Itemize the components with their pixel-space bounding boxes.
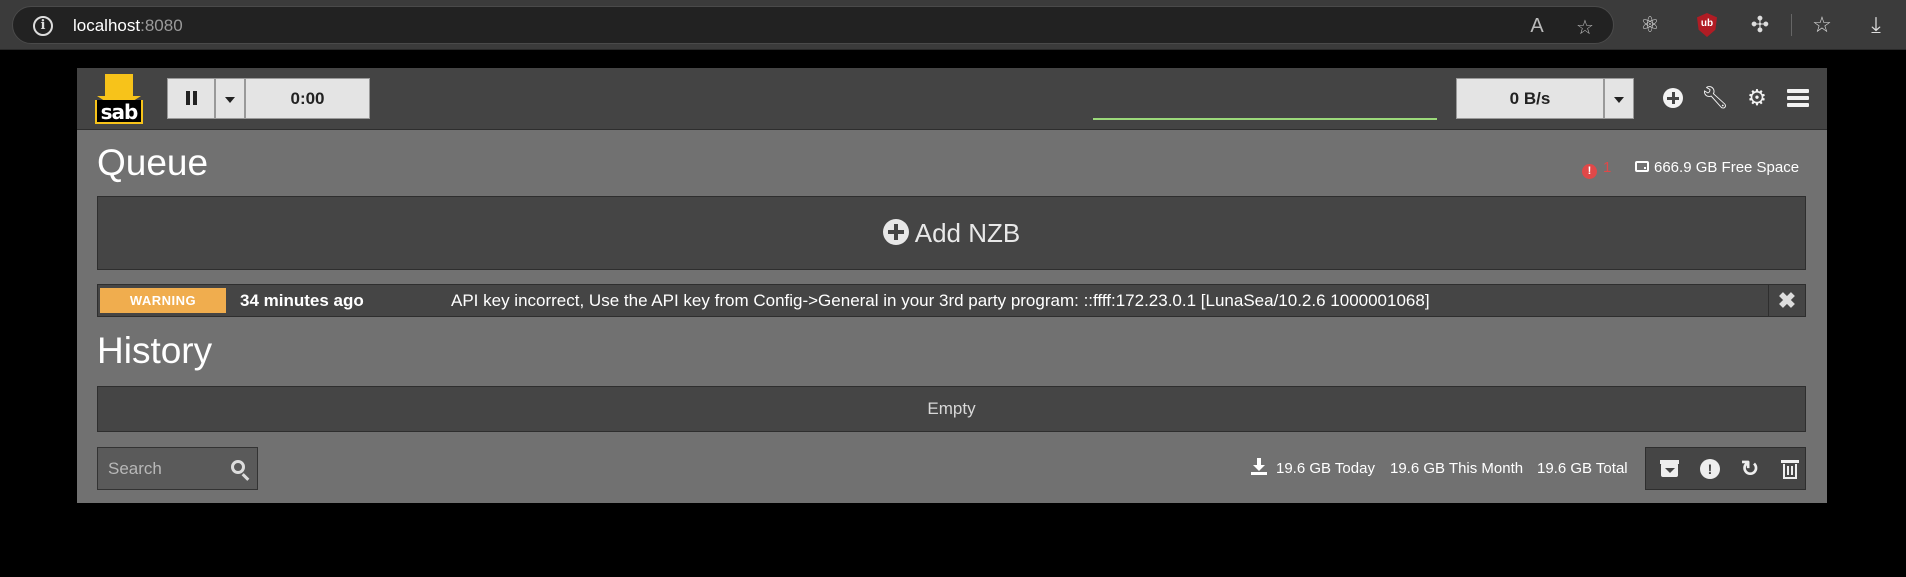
url-text[interactable]: localhost:8080 [73,16,183,36]
downloads-icon[interactable]: ⤓ [1862,11,1890,39]
chevron-down-icon [225,96,235,103]
warning-counter[interactable]: ! 1 [1582,159,1611,179]
warning-count: 1 [1603,159,1612,176]
read-aloud-icon[interactable]: A [1525,15,1549,38]
warning-message-row: WARNING 34 minutes ago API key incorrect… [97,284,1806,317]
browser-toolbar: i localhost:8080 A ☆ ⚛ ub ✣ ☆ ⤓ [0,0,1906,50]
history-search[interactable] [97,447,258,490]
warning-badge: WARNING [100,288,226,313]
warning-time: 34 minutes ago [240,291,364,310]
free-space-text: 666.9 GB Free Space [1654,159,1800,176]
stat-total: 19.6 GB Total [1537,460,1628,477]
info-icon[interactable]: i [33,16,53,36]
search-input[interactable] [98,448,218,489]
add-nzb-label: Add NZB [914,218,1021,248]
pause-button[interactable] [167,78,215,119]
favorites-icon[interactable]: ☆ [1808,11,1836,39]
history-empty-row: Empty [97,386,1806,432]
pause-icon [186,91,198,105]
speed-limit-dropdown-button[interactable] [1604,78,1634,119]
search-icon[interactable] [231,460,245,474]
history-title: History [97,330,213,371]
close-icon[interactable]: ✖ [1768,285,1805,316]
pause-timer[interactable]: 0:00 [245,78,370,119]
archive-icon[interactable] [1660,459,1680,479]
add-icon[interactable] [1659,84,1687,112]
refresh-icon[interactable]: ↻ [1740,458,1760,480]
history-actions: ! ↻ [1645,447,1806,490]
ublock-icon[interactable]: ub [1697,13,1717,37]
add-nzb-button[interactable]: Add NZB [97,196,1806,270]
favorite-star-icon[interactable]: ☆ [1573,15,1597,40]
sabnzbd-app: sab 0:00 0 B/s 🔧︎ ⚙ Queue ! 1 666.9 GB Fr… [77,68,1827,503]
sab-logo[interactable]: sab [95,74,145,124]
toolbar-divider [1791,14,1792,36]
free-space-indicator: 666.9 GB Free Space [1635,159,1799,176]
react-devtools-icon[interactable]: ⚛ [1636,11,1664,39]
extensions-icon[interactable]: ✣ [1746,11,1774,39]
menu-icon[interactable] [1785,84,1813,112]
queue-title: Queue [97,142,209,183]
download-icon [1251,458,1267,475]
speed-limit-display[interactable]: 0 B/s [1456,78,1604,119]
wrench-icon[interactable]: 🔧︎ [1701,84,1729,112]
url-host: localhost [73,16,141,35]
warning-message: API key incorrect, Use the API key from … [451,291,1430,310]
address-bar[interactable]: i localhost:8080 A ☆ [12,6,1614,44]
stat-month: 19.6 GB This Month [1390,460,1524,477]
logo-text: sab [95,100,143,124]
top-navbar: sab 0:00 0 B/s 🔧︎ ⚙ [77,68,1827,130]
alert-icon[interactable]: ! [1700,459,1720,479]
add-icon [882,219,909,245]
alert-icon: ! [1582,164,1597,179]
speed-graph-line [1093,118,1437,120]
drive-icon [1635,161,1649,172]
gear-icon[interactable]: ⚙ [1743,84,1771,112]
trash-icon[interactable] [1780,459,1800,479]
stat-today: 19.6 GB Today [1276,460,1375,477]
url-port: :8080 [140,16,183,35]
pause-dropdown-button[interactable] [215,78,245,119]
chevron-down-icon [1614,96,1624,103]
